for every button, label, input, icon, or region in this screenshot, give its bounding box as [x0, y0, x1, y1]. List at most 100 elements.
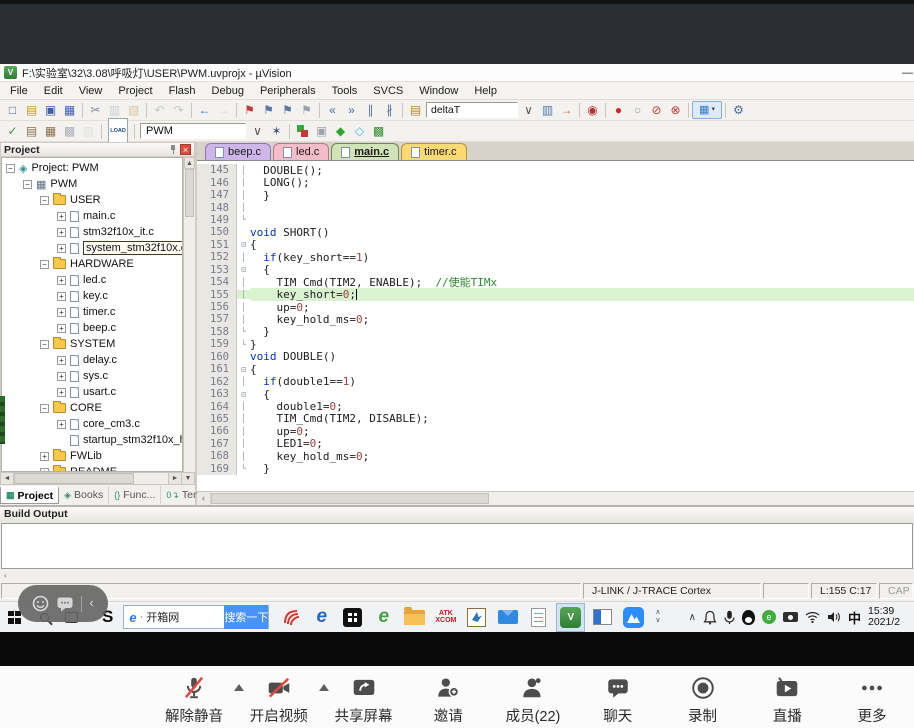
uncomment-selection-icon[interactable]: ∦: [380, 101, 399, 119]
editor-tab-timer.c[interactable]: timer.c: [401, 143, 466, 160]
green-tray-icon[interactable]: e: [762, 610, 776, 624]
vscroll-thumb[interactable]: [185, 169, 194, 217]
window-layout-icon[interactable]: ▦▾: [692, 101, 722, 119]
live-stream-button[interactable]: 直播: [751, 672, 823, 726]
boards-icon[interactable]: ▩: [369, 122, 388, 140]
ms-store-icon[interactable]: [337, 602, 368, 633]
share-screen-button[interactable]: 共享屏幕: [328, 672, 400, 726]
panel-tab-func[interactable]: {}Func...: [109, 486, 161, 504]
overlay-collapse-icon[interactable]: ‹: [89, 595, 93, 610]
code-line-165[interactable]: 165│ TIM_Cmd(TIM2, DISABLE);: [197, 413, 914, 425]
bird-app-icon[interactable]: [461, 602, 492, 633]
editor-hscroll-thumb[interactable]: [211, 493, 489, 504]
pack-installer-icon[interactable]: ◆: [331, 122, 350, 140]
target-select[interactable]: PWM: [140, 123, 246, 139]
more-button[interactable]: 更多: [836, 672, 908, 726]
software-packs-icon[interactable]: ◇: [350, 122, 369, 140]
batch-build-icon[interactable]: ▩: [60, 122, 79, 140]
find-in-files-book-icon[interactable]: ▤: [406, 101, 425, 119]
bookmark-next-icon[interactable]: ⚑: [259, 101, 278, 119]
editor-hscrollbar[interactable]: ‹: [197, 491, 914, 505]
ime-indicator[interactable]: 中: [848, 608, 861, 627]
undo-icon[interactable]: ↶: [150, 101, 169, 119]
open-file-icon[interactable]: ▤: [22, 101, 41, 119]
search-submit-button[interactable]: 搜索一下: [224, 605, 268, 629]
tree-item-CORE[interactable]: −CORE: [2, 400, 182, 416]
hscroll-track[interactable]: [14, 473, 168, 484]
disable-breakpoint-icon[interactable]: ⊘: [647, 101, 666, 119]
tray-microphone-icon[interactable]: [724, 610, 735, 625]
code-line-149[interactable]: 149└: [197, 214, 914, 226]
menu-peripherals[interactable]: Peripherals: [252, 82, 324, 100]
code-line-145[interactable]: 145│ DOUBLE();: [197, 164, 914, 176]
chat-bubble-icon[interactable]: [56, 596, 74, 612]
start-video-button[interactable]: 开启视频: [243, 672, 315, 726]
tree-item-USER[interactable]: −USER: [2, 192, 182, 208]
panel-tab-books[interactable]: ◈Books: [59, 486, 109, 504]
tree-item-SYSTEM[interactable]: −SYSTEM: [2, 336, 182, 352]
code-line-154[interactable]: 154│ TIM_Cmd(TIM2, ENABLE); //使能TIMx: [197, 276, 914, 288]
rebuild-all-icon[interactable]: ▦: [41, 122, 60, 140]
code-line-146[interactable]: 146│ LONG();: [197, 176, 914, 188]
scroll-up-icon[interactable]: ▲: [184, 157, 195, 169]
scroll-right-icon[interactable]: ►: [168, 473, 181, 484]
bookmark-clear-icon[interactable]: ⚑: [297, 101, 316, 119]
emoji-reaction-icon[interactable]: [32, 595, 49, 612]
close-panel-button[interactable]: ×: [180, 144, 191, 155]
members-button[interactable]: 成员(22): [497, 672, 569, 726]
code-line-153[interactable]: 153⊟ {: [197, 264, 914, 276]
menu-window[interactable]: Window: [411, 82, 466, 100]
menu-view[interactable]: View: [71, 82, 111, 100]
scroll-down-icon[interactable]: ▼: [181, 473, 194, 484]
taskbar-scroll-arrows[interactable]: ∧∨: [655, 609, 660, 625]
wave-app-icon[interactable]: [275, 602, 306, 633]
tray-expand-icon[interactable]: ∧: [689, 612, 696, 623]
invite-button[interactable]: 邀请: [412, 672, 484, 726]
chat-button[interactable]: 聊天: [582, 672, 654, 726]
copy-icon[interactable]: ▥: [105, 101, 124, 119]
code-line-156[interactable]: 156│ up=0;: [197, 301, 914, 313]
code-line-169[interactable]: 169└ }: [197, 463, 914, 475]
tree-item-PWM[interactable]: −▦PWM: [2, 176, 182, 192]
menu-flash[interactable]: Flash: [161, 82, 204, 100]
minimize-button[interactable]: —: [902, 67, 913, 79]
tree-item-HARDWARE[interactable]: −HARDWARE: [2, 256, 182, 272]
wifi-icon[interactable]: [805, 611, 820, 623]
comment-selection-icon[interactable]: ∥: [361, 101, 380, 119]
tree-item-core_cm3.c[interactable]: +core_cm3.c: [2, 416, 182, 432]
code-line-161[interactable]: 161⊟{: [197, 363, 914, 375]
menu-tools[interactable]: Tools: [324, 82, 366, 100]
code-line-168[interactable]: 168│ key_hold_ms=0;: [197, 450, 914, 462]
tree-item-main.c[interactable]: +main.c: [2, 208, 182, 224]
code-line-148[interactable]: 148│: [197, 201, 914, 213]
download-icon[interactable]: LOAD: [105, 122, 131, 140]
save-icon[interactable]: ▣: [41, 101, 60, 119]
tree-item-stm32f10x_it.c[interactable]: +stm32f10x_it.c: [2, 224, 182, 240]
tree-item-usart.c[interactable]: +usart.c: [2, 384, 182, 400]
options-for-target-icon[interactable]: ✶: [267, 122, 286, 140]
tree-item-README[interactable]: +README: [2, 464, 182, 472]
editor-tab-main.c[interactable]: main.c: [331, 143, 399, 160]
editor-tab-beep.c[interactable]: beep.c: [205, 143, 271, 160]
panel-app-icon[interactable]: [587, 602, 618, 633]
code-line-162[interactable]: 162│ if(double1==1): [197, 375, 914, 387]
code-line-160[interactable]: 160void DOUBLE(): [197, 351, 914, 363]
build-output-scrollbar[interactable]: ‹: [0, 569, 914, 581]
unmute-button[interactable]: 解除静音: [158, 672, 230, 726]
paste-icon[interactable]: ▧: [124, 101, 143, 119]
hscroll-thumb[interactable]: [14, 473, 134, 484]
edge-browser-icon[interactable]: e: [306, 602, 337, 633]
vscroll-track[interactable]: [184, 169, 195, 472]
meeting-quickbar-overlay[interactable]: ‹: [18, 585, 108, 622]
menu-project[interactable]: Project: [110, 82, 160, 100]
tree-item-system_stm32f10x.c[interactable]: +system_stm32f10x.cx.c: [2, 240, 182, 256]
code-line-150[interactable]: 150void SHORT(): [197, 226, 914, 238]
code-line-157[interactable]: 157│ key_hold_ms=0;: [197, 313, 914, 325]
outdent-icon[interactable]: «: [323, 101, 342, 119]
indent-icon[interactable]: »: [342, 101, 361, 119]
speaker-icon[interactable]: [827, 611, 841, 623]
project-tree-hscrollbar[interactable]: ◄ ► ▼: [0, 472, 195, 485]
find-dropdown-icon[interactable]: ∨: [519, 101, 538, 119]
save-all-icon[interactable]: ▦: [60, 101, 79, 119]
kill-breakpoints-icon[interactable]: ⊗: [666, 101, 685, 119]
